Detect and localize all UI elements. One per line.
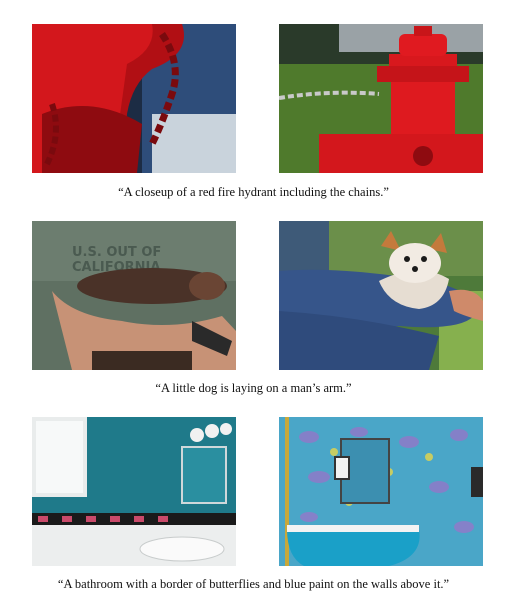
red-fire-hydrant-closeup-photo	[32, 24, 236, 173]
caption-row-2: “A little dog is laying on a man’s arm.”	[155, 381, 352, 395]
blue-bathroom-butterfly-border-photo	[32, 417, 236, 566]
svg-text:U.S. OUT OF: U.S. OUT OF	[72, 245, 161, 260]
small-dog-on-jeans-arm-photo	[279, 221, 483, 370]
caption-row-3: “A bathroom with a border of butterflies…	[57, 577, 450, 591]
butterfly-wallpaper-bathtub-photo	[279, 417, 483, 566]
chihuahua-on-man-arm-photo: U.S. OUT OF CALIFORNIA	[32, 221, 236, 370]
caption-row-1: “A closeup of a red fire hydrant includi…	[118, 185, 389, 199]
red-fire-hydrant-with-chain-photo	[279, 24, 483, 173]
